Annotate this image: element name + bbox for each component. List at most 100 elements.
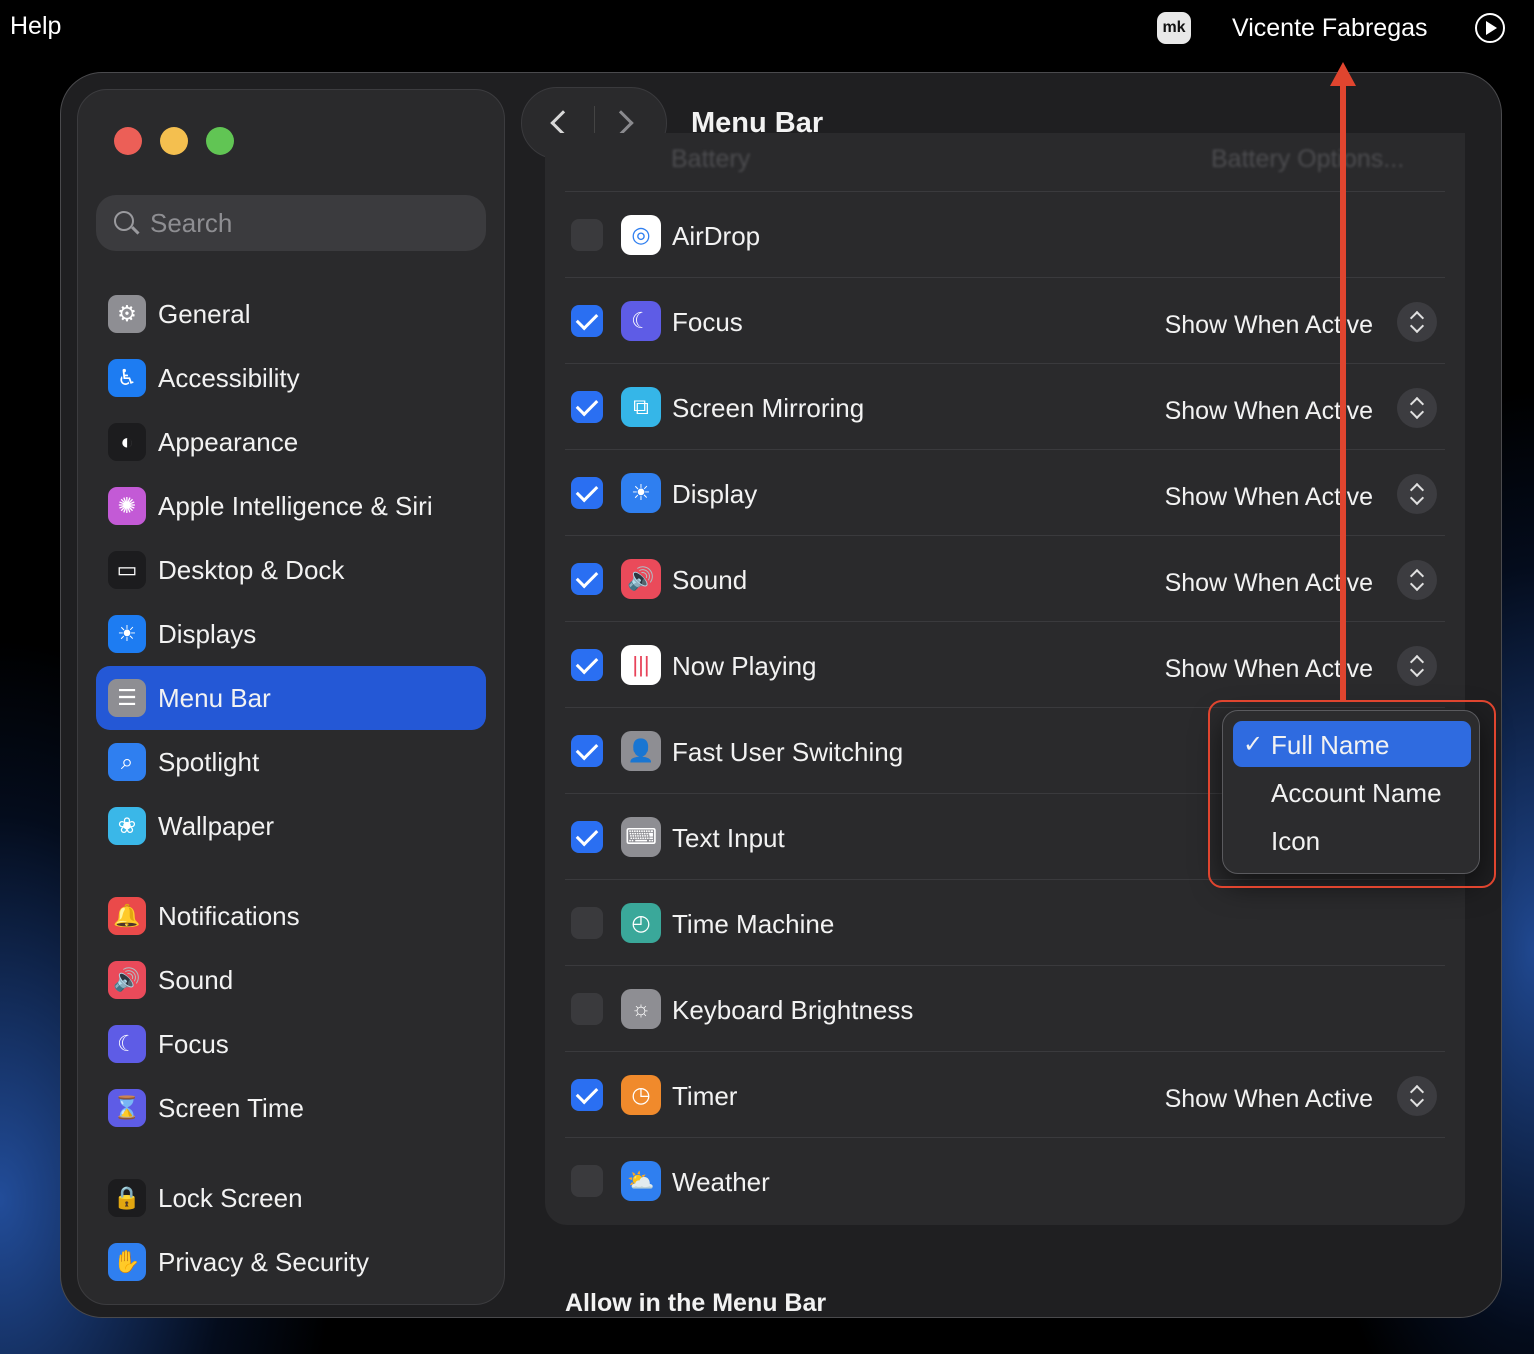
checkbox[interactable] [571,1079,603,1111]
sidebar-item-label: Privacy & Security [158,1247,369,1277]
sidebar-item-lock-screen[interactable]: 🔒 Lock Screen [96,1166,486,1230]
minimize-window-button[interactable] [160,127,188,155]
sidebar-item-label: Apple Intelligence & Siri [158,491,433,521]
back-chevron-icon[interactable] [550,110,576,136]
menu-item-row: ◎ AirDrop [565,191,1445,277]
menu-item-label: Now Playing [672,651,817,681]
stepper-chevron-icon[interactable] [1397,388,1437,428]
flower-icon: ❀ [108,807,146,845]
ghost-battery-label: Battery [671,145,751,173]
app-badge-icon[interactable]: mk [1157,12,1191,44]
system-menu-bar: Help mk Vicente Fabregas [0,0,1534,56]
checkbox[interactable] [571,649,603,681]
menu-item-label: Focus [672,307,743,337]
checkbox[interactable] [571,907,603,939]
checkbox[interactable] [571,735,603,767]
stepper-chevron-icon[interactable] [1397,560,1437,600]
checkbox[interactable] [571,563,603,595]
sidebar-item-focus[interactable]: ☾ Focus [96,1012,486,1076]
sidebar-item-apple-intelligence-siri[interactable]: ✺ Apple Intelligence & Siri [96,474,486,538]
sidebar-item-label: Focus [158,1029,229,1059]
stepper-chevron-icon[interactable] [1397,302,1437,342]
menu-bar-items-list: Battery Battery Options... ◎ AirDrop ☾ Focu… [545,133,1465,1225]
sidebar-item-desktop-dock[interactable]: ▭ Desktop & Dock [96,538,486,602]
sidebar-item-screen-time[interactable]: ⌛ Screen Time [96,1076,486,1140]
sidebar-item-appearance[interactable]: ◐ Appearance [96,410,486,474]
menu-item-label: Fast User Switching [672,737,904,767]
accessibility-icon: ♿ [108,359,146,397]
stepper-chevron-icon[interactable] [1397,646,1437,686]
checkbox[interactable] [571,993,603,1025]
sidebar-item-label: Sound [158,965,234,995]
sidebar-item-accessibility[interactable]: ♿ Accessibility [96,346,486,410]
menu-item-label: Text Input [672,823,785,853]
stepper-chevron-icon[interactable] [1397,1076,1437,1116]
sidebar-item-menu-bar[interactable]: ☰ Menu Bar [96,666,486,730]
gear-icon: ⚙ [108,295,146,333]
sidebar-item-spotlight[interactable]: ⌕ Spotlight [96,730,486,794]
menu-bar-icon: ☰ [108,679,146,717]
checkbox[interactable] [571,391,603,423]
speaker-icon: 🔊 [621,559,661,599]
appearance-icon: ◐ [108,423,146,461]
menu-item-label: Weather [672,1167,770,1197]
user-circle-icon: 👤 [621,731,661,771]
weather-icon: ⛅ [621,1161,661,1201]
checkbox[interactable] [571,219,603,251]
fast-user-switching-menu[interactable]: Vicente Fabregas [1232,14,1428,43]
menu-item-label: Timer [672,1081,738,1111]
checkbox[interactable] [571,1165,603,1197]
sidebar: ⚙ General ♿ Accessibility ◐ Appearance ✺ Apple … [77,89,505,1305]
menu-item-label: AirDrop [672,221,761,251]
close-window-button[interactable] [114,127,142,155]
dock-icon: ▭ [108,551,146,589]
sidebar-item-sound[interactable]: 🔊 Sound [96,948,486,1012]
menu-item-row: ☀ Display Show When Active [565,449,1445,535]
moon-icon: ☾ [108,1025,146,1063]
airdrop-icon: ◎ [621,215,661,255]
checkbox[interactable] [571,477,603,509]
forward-chevron-icon[interactable] [608,110,634,136]
screen-mirroring-icon: ⧉ [621,387,661,427]
search-input[interactable] [150,205,470,241]
menu-item-row: ◷ Timer Show When Active [565,1051,1445,1137]
menu-item-row: 🔊 Sound Show When Active [565,535,1445,621]
visibility-popup[interactable]: Show When Active [1165,1085,1373,1114]
search-icon [114,211,134,231]
stepper-chevron-icon[interactable] [1397,474,1437,514]
menu-item-row: ||| Now Playing Show When Active [565,621,1445,707]
ghost-battery-options-button: Battery Options... [1211,145,1405,173]
sidebar-item-label: Accessibility [158,363,300,393]
sidebar-item-label: Desktop & Dock [158,555,345,585]
siri-icon: ✺ [108,487,146,525]
sun-icon: ☀ [621,473,661,513]
sidebar-item-notifications[interactable]: 🔔 Notifications [96,884,486,948]
sidebar-item-wallpaper[interactable]: ❀ Wallpaper [96,794,486,858]
sidebar-item-privacy-security[interactable]: ✋ Privacy & Security [96,1230,486,1294]
moon-icon: ☾ [621,301,661,341]
sidebar-item-label: Spotlight [158,747,260,777]
menu-item-row: ☼ Keyboard Brightness [565,965,1445,1051]
sidebar-item-label: Appearance [158,427,299,457]
search-field[interactable] [96,195,486,251]
sun-icon: ☀ [108,615,146,653]
annotation-arrow-head [1330,62,1356,86]
keyboard-icon: ⌨ [621,817,661,857]
hand-icon: ✋ [108,1243,146,1281]
play-circle-icon[interactable] [1475,13,1505,43]
sidebar-item-displays[interactable]: ☀ Displays [96,602,486,666]
sidebar-item-label: Menu Bar [158,683,271,713]
menu-item-label: Display [672,479,758,509]
sidebar-item-label: Screen Time [158,1093,304,1123]
menu-item-label: Keyboard Brightness [672,995,914,1025]
speaker-icon: 🔊 [108,961,146,999]
menu-item-row: ⛅ Weather [565,1137,1445,1223]
checkbox[interactable] [571,821,603,853]
sidebar-item-label: General [158,299,251,329]
sidebar-item-label: Wallpaper [158,811,275,841]
checkbox[interactable] [571,305,603,337]
menu-help[interactable]: Help [10,12,61,41]
sidebar-item-label: Lock Screen [158,1183,303,1213]
zoom-window-button[interactable] [206,127,234,155]
sidebar-item-general[interactable]: ⚙ General [96,282,486,346]
